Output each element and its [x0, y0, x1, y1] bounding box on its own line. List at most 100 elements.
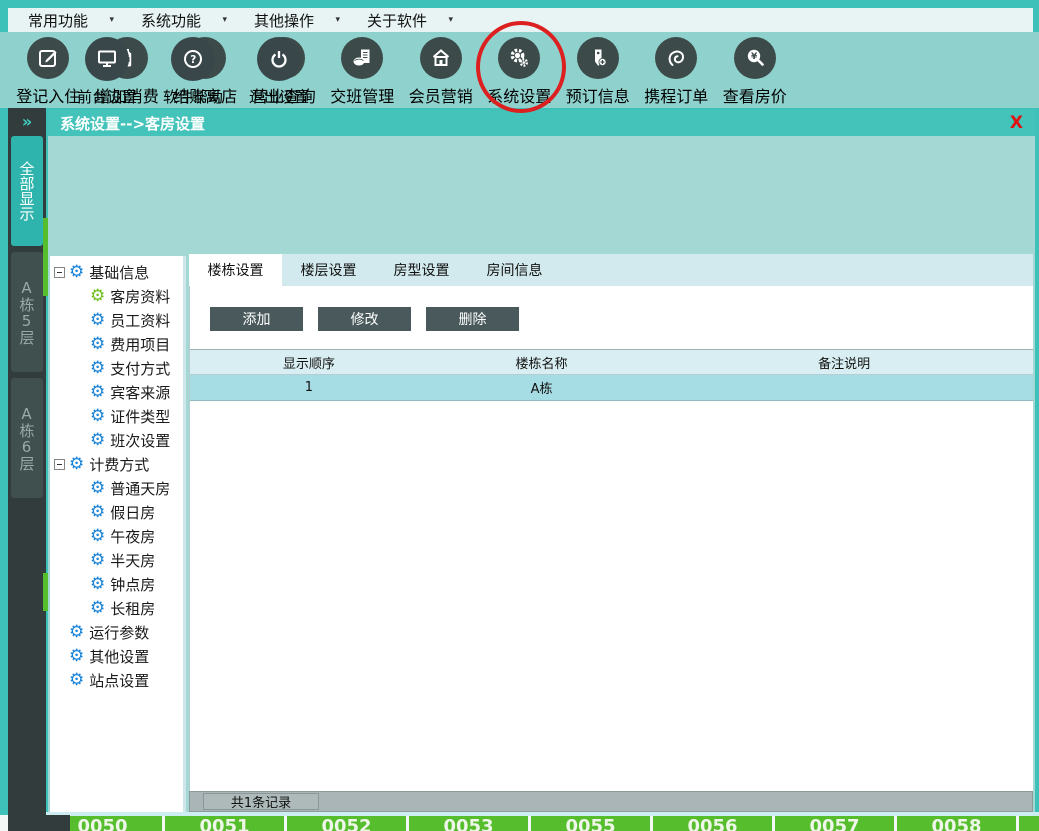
- tree-item-other-settings[interactable]: ⚙ 其他设置: [50, 644, 183, 668]
- toolbar-member-marketing-button[interactable]: 会员营销: [402, 32, 481, 108]
- room-tile[interactable]: 0058: [897, 815, 1016, 831]
- collapse-minus-icon[interactable]: [54, 459, 65, 470]
- svg-text:¥: ¥: [751, 52, 758, 62]
- gear-icon: ⚙: [90, 552, 105, 569]
- room-tile[interactable]: 0059: [1019, 815, 1039, 831]
- menu-item-other-operations[interactable]: 其他操作 ▾: [254, 10, 340, 31]
- vtab-label: 全部显示: [17, 161, 38, 221]
- tab-label: 房型设置: [394, 260, 450, 280]
- svg-text:?: ?: [190, 54, 196, 66]
- delete-button[interactable]: 删除: [426, 307, 519, 331]
- gear-icon: ⚙: [90, 360, 105, 377]
- toolbar-booking-info-button[interactable]: 预订信息: [559, 32, 638, 108]
- chevron-down-icon: ▾: [109, 15, 114, 25]
- gear-icon: ⚙: [90, 432, 105, 449]
- tree-item-shift-settings[interactable]: ⚙ 班次设置: [50, 428, 183, 452]
- tree-item-guest-sources[interactable]: ⚙ 宾客来源: [50, 380, 183, 404]
- close-icon[interactable]: X: [1010, 113, 1023, 133]
- tree-item-staff-data[interactable]: ⚙ 员工资料: [50, 308, 183, 332]
- sidebar-collapse-button[interactable]: »: [8, 112, 46, 131]
- room-tile[interactable]: 0052: [287, 815, 406, 831]
- collapse-minus-icon[interactable]: [54, 267, 65, 278]
- menu-item-label: 系统功能: [141, 10, 201, 31]
- sidebar-tab-building-a-floor6[interactable]: A栋6层: [11, 378, 43, 498]
- gear-icon: ⚙: [90, 312, 105, 329]
- tree-item-basic-info[interactable]: ⚙ 基础信息: [50, 260, 183, 284]
- gear-icon: ⚙: [69, 264, 84, 281]
- help-icon: ?: [171, 37, 215, 81]
- tree-item-runtime-params[interactable]: ⚙ 运行参数: [50, 620, 183, 644]
- tree-item-label: 计费方式: [89, 454, 149, 475]
- tab-bar: 楼栋设置 楼层设置 房型设置 房间信息: [189, 254, 1033, 286]
- gear-icon: ⚙: [90, 504, 105, 521]
- room-grid-strip: 0050 0051 0052 0053 0055 0056 0057 0058 …: [0, 815, 1039, 831]
- tree-item-holiday-room[interactable]: ⚙ 假日房: [50, 500, 183, 524]
- toolbar-room-price-button[interactable]: ¥ 查看房价: [716, 32, 795, 108]
- tree-item-label: 班次设置: [110, 430, 170, 451]
- tab-label: 楼层设置: [301, 260, 357, 280]
- tree-item-room-data[interactable]: ⚙ 客房资料: [50, 284, 183, 308]
- tab-floor-settings[interactable]: 楼层设置: [282, 254, 375, 286]
- frontdesk-settings-button[interactable]: 前台设置: [74, 37, 140, 107]
- vtab-label: A栋6层: [17, 405, 38, 471]
- toolbar-ctrip-order-button[interactable]: 携程订单: [637, 32, 716, 108]
- room-tile[interactable]: 0056: [653, 815, 772, 831]
- chevron-down-icon: ▾: [448, 15, 453, 25]
- tree-item-id-types[interactable]: ⚙ 证件类型: [50, 404, 183, 428]
- tree-item-label: 钟点房: [110, 574, 155, 595]
- room-tile[interactable]: 0051: [165, 815, 284, 831]
- tree-item-half-day-room[interactable]: ⚙ 半天房: [50, 548, 183, 572]
- window-bottom-edge: [46, 812, 1039, 816]
- table-header-row: 显示顺序 楼栋名称 备注说明: [190, 349, 1033, 375]
- cell-remarks: [655, 375, 1033, 400]
- modify-button[interactable]: 修改: [318, 307, 411, 331]
- software-help-button[interactable]: ? 软件帮助: [160, 37, 226, 107]
- toolbar-label: 携程订单: [644, 83, 708, 107]
- vtab-label: A栋5层: [17, 279, 38, 345]
- sidebar-tab-show-all[interactable]: 全部显示: [11, 136, 43, 246]
- gear-icon: ⚙: [90, 336, 105, 353]
- exit-settings-button[interactable]: 退出设置: [246, 37, 312, 107]
- tree-item-label: 员工资料: [110, 310, 170, 331]
- action-label: 前台设置: [77, 86, 137, 107]
- tab-label: 房间信息: [487, 260, 543, 280]
- tab-roomtype-settings[interactable]: 房型设置: [375, 254, 468, 286]
- settings-tree: ⚙ 基础信息 ⚙ 客房资料 ⚙ 员工资料 ⚙ 费用项目 ⚙ 支付方式: [50, 256, 186, 812]
- settings-window: 系统设置-->客房设置 X 前台设置 ? 软件帮助: [48, 110, 1035, 812]
- tree-item-payment-methods[interactable]: ⚙ 支付方式: [50, 356, 183, 380]
- toolbar-shift-management-button[interactable]: 交班管理: [323, 32, 402, 108]
- menu-item-common-functions[interactable]: 常用功能 ▾: [28, 10, 114, 31]
- tree-item-midnight-room[interactable]: ⚙ 午夜房: [50, 524, 183, 548]
- sidebar-tab-building-a-floor5[interactable]: A栋5层: [11, 252, 43, 372]
- house-card-icon: [420, 37, 462, 79]
- room-tile[interactable]: 0057: [775, 815, 894, 831]
- gear-icon: ⚙: [69, 672, 84, 689]
- gear-icon: ⚙: [90, 408, 105, 425]
- tab-room-info[interactable]: 房间信息: [468, 254, 561, 286]
- tree-item-hourly-room[interactable]: ⚙ 钟点房: [50, 572, 183, 596]
- toolbar-system-settings-button[interactable]: 系统设置: [480, 32, 559, 108]
- window-title: 系统设置-->客房设置: [60, 113, 205, 134]
- add-button[interactable]: 添加: [210, 307, 303, 331]
- tree-item-billing-methods[interactable]: ⚙ 计费方式: [50, 452, 183, 476]
- tree-item-site-settings[interactable]: ⚙ 站点设置: [50, 668, 183, 692]
- toolbar-label: 查看房价: [723, 83, 787, 107]
- menu-item-system-functions[interactable]: 系统功能 ▾: [141, 10, 227, 31]
- hand-document-icon: [341, 37, 383, 79]
- tree-item-label: 午夜房: [110, 526, 155, 547]
- table-row[interactable]: 1 A栋: [190, 375, 1033, 401]
- tree-item-label: 其他设置: [89, 646, 149, 667]
- room-tile[interactable]: 0055: [531, 815, 650, 831]
- tree-item-fee-items[interactable]: ⚙ 费用项目: [50, 332, 183, 356]
- record-count-label: 共1条记录: [203, 793, 319, 810]
- tab-building-settings[interactable]: 楼栋设置: [189, 254, 282, 286]
- tree-item-label: 基础信息: [89, 262, 149, 283]
- gear-icon: ⚙: [69, 624, 84, 641]
- menu-item-about-software[interactable]: 关于软件 ▾: [367, 10, 453, 31]
- column-header-display-order: 显示顺序: [190, 350, 428, 374]
- tree-item-label: 客房资料: [110, 286, 170, 307]
- tree-item-long-term-room[interactable]: ⚙ 长租房: [50, 596, 183, 620]
- settings-content: 楼栋设置 楼层设置 房型设置 房间信息 添加 修改: [189, 254, 1033, 812]
- room-tile[interactable]: 0053: [409, 815, 528, 831]
- tree-item-normal-day-room[interactable]: ⚙ 普通天房: [50, 476, 183, 500]
